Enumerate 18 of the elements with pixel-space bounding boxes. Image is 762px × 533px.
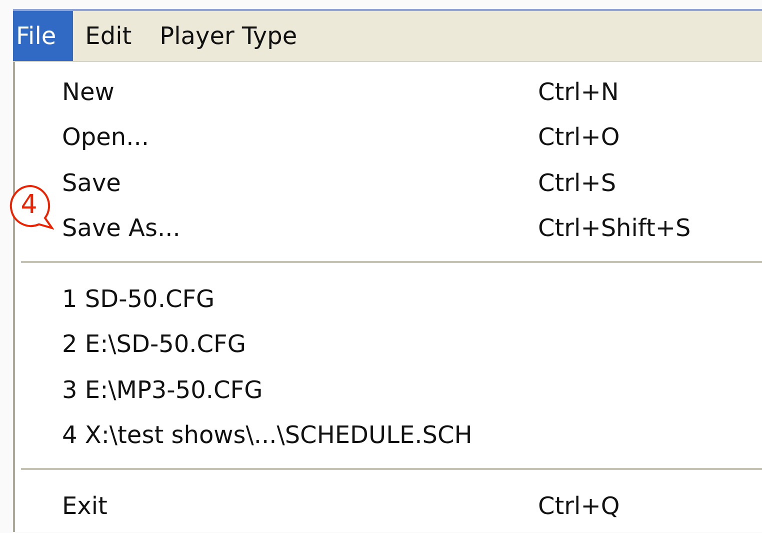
menu-item[interactable]: Save As... (62, 214, 538, 242)
menu-item[interactable]: 1 SD-50.CFG (62, 284, 538, 313)
shortcut-text: Ctrl+S (538, 168, 616, 197)
menu-item[interactable]: 3 E:\MP3-50.CFG (62, 376, 538, 404)
shortcut-text: Ctrl+N (538, 78, 619, 106)
menu-bar-item[interactable]: File (13, 11, 74, 61)
menu-item[interactable]: Save (62, 168, 538, 197)
menu-item[interactable]: New (62, 78, 538, 106)
menu-bar-item[interactable]: Player Type (148, 11, 314, 61)
shortcut-text: Ctrl+O (538, 123, 620, 152)
menu-item[interactable]: Open... (62, 123, 538, 152)
menu-bar-item[interactable]: Edit (73, 11, 148, 61)
menu-item[interactable]: Exit (62, 492, 538, 520)
menu-item[interactable]: 2 E:\SD-50.CFG (62, 330, 538, 358)
callout-badge: 4 (8, 184, 54, 230)
shortcut-text: Ctrl+Q (538, 492, 620, 520)
menu-item[interactable]: 4 X:\test shows\...\SCHEDULE.SCH (62, 421, 538, 450)
shortcut-text: Ctrl+Shift+S (538, 214, 691, 242)
